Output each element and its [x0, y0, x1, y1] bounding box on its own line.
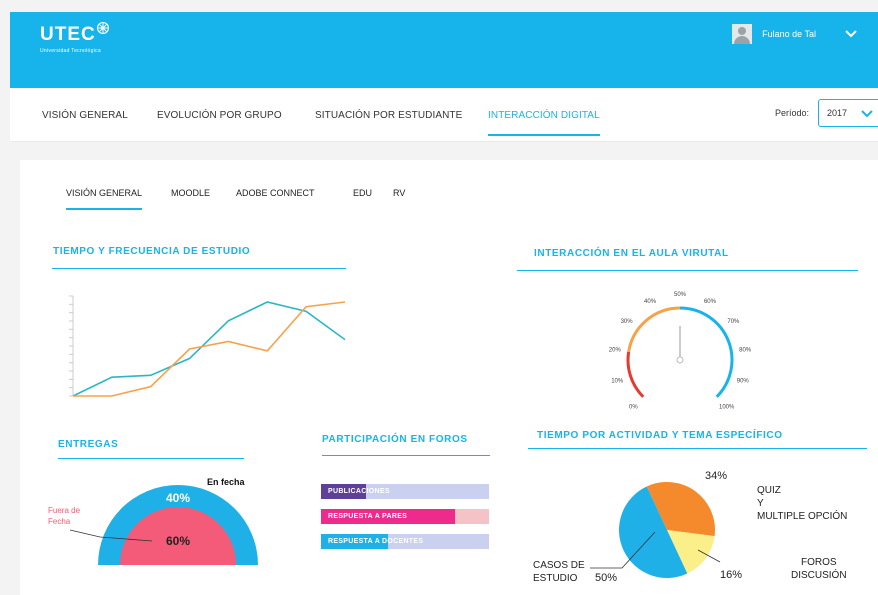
gauge-tick-label: 70%: [727, 319, 740, 325]
gauge-tick-label: 0%: [629, 405, 638, 411]
outer-value: 40%: [166, 491, 190, 505]
user-menu[interactable]: Fulano de Tal: [732, 24, 858, 44]
logo-text: UTEC: [40, 24, 96, 45]
pie-value-quiz: 34%: [705, 470, 728, 482]
bar-publicaciones: PUBLICACIONES: [321, 484, 390, 499]
gauge-tick-label: 20%: [609, 348, 622, 354]
section-title-entregas: ENTREGAS: [58, 439, 119, 450]
line-series-1: [73, 301, 346, 397]
content-panel: VISIÓN GENERAL MOODLE ADOBE CONNECT EDU …: [20, 160, 878, 595]
section-divider: [517, 270, 858, 271]
pie-label-casos: CASOS DE ESTUDIO: [533, 560, 585, 584]
section-divider: [322, 455, 490, 456]
gauge-tick-label: 100%: [719, 405, 735, 411]
avatar: [732, 24, 753, 44]
pie-label-foros: FOROS DISCUSIÓN: [791, 557, 847, 581]
gauge-tick-label: 60%: [704, 299, 717, 305]
gauge-arc-blue: [679, 306, 734, 398]
inner-label: Fecha: [48, 517, 71, 526]
bar-label: RESPUESTA A PARES: [328, 513, 408, 520]
subtab-vision-general[interactable]: VISIÓN GENERAL: [66, 188, 143, 210]
line-chart: [69, 295, 346, 397]
section-divider: [528, 448, 867, 449]
bar-label: PUBLICACIONES: [328, 488, 390, 495]
section-title-tiempo-frecuencia: TIEMPO Y FRECUENCIA DE ESTUDIO: [53, 246, 251, 257]
tab-situacion-por-estudiante[interactable]: SITUACIÓN POR ESTUDIANTE: [315, 110, 462, 121]
section-divider: [58, 458, 244, 459]
section-title-tiempo-actividad: TIEMPO POR ACTIVIDAD Y TEMA ESPECÍFICO: [537, 430, 783, 441]
section-divider: [52, 268, 346, 269]
chevron-down-icon[interactable]: [844, 29, 858, 39]
gauge-tick-label: 90%: [737, 378, 750, 384]
tab-vision-general[interactable]: VISIÓN GENERAL: [42, 110, 128, 121]
entregas-chart: 40% 60% En fecha Fuera de Fecha: [48, 477, 258, 565]
period-label: Período:: [775, 108, 810, 118]
subtab-rv[interactable]: RV: [393, 188, 405, 198]
gauge-arc-red: [626, 351, 645, 398]
user-name: Fulano de Tal: [762, 29, 816, 39]
bar-respuesta-docentes-track: RESPUESTA A DOCENTES: [321, 534, 489, 549]
period-value: 2017: [827, 108, 848, 118]
flower-icon: [96, 21, 110, 35]
section-title-interaccion-aula: INTERACCIÓN EN EL AULA VIRUTAL: [534, 248, 729, 259]
chevron-down-icon: [861, 110, 873, 118]
line-series-0: [72, 301, 346, 397]
subtab-moodle[interactable]: MOODLE: [171, 188, 210, 198]
inner-label: Fuera de: [48, 506, 81, 515]
inner-value: 60%: [166, 534, 190, 548]
gauge-arc-orange: [627, 306, 681, 353]
outer-label: En fecha: [207, 477, 246, 487]
bar-publicaciones-track: PUBLICACIONES: [321, 484, 489, 499]
pie-leader-lines: [590, 531, 721, 569]
gauge-chart: 0% 10% 20% 30% 40% 50% 60% 70% 80% 90% 100%: [609, 292, 752, 411]
subtab-adobe-connect[interactable]: ADOBE CONNECT: [236, 188, 315, 198]
main-nav: VISIÓN GENERAL EVOLUCIÓN POR GRUPO SITUA…: [10, 88, 878, 142]
logo-subtitle: Universidad Tecnológica: [40, 48, 102, 54]
gauge-tick-label: 30%: [621, 319, 634, 325]
period-select[interactable]: 2017: [818, 99, 878, 127]
bar-respuesta-docentes: RESPUESTA A DOCENTES: [321, 534, 423, 549]
gauge-tick-label: 10%: [611, 378, 624, 384]
top-bar: UTEC Universidad Tecnológica Fulano de T…: [10, 12, 878, 88]
gauge-tick-label: 50%: [674, 292, 687, 298]
tab-interaccion-digital[interactable]: INTERACCIÓN DIGITAL: [488, 110, 600, 136]
utec-logo[interactable]: UTEC Universidad Tecnológica: [40, 21, 110, 54]
gauge-pivot: [676, 356, 684, 364]
gauge-tick-label: 40%: [644, 299, 657, 305]
pie-label-quiz: QUIZ Y MULTIPLE OPCIÓN: [757, 485, 848, 522]
subtab-edu[interactable]: EDU: [353, 188, 372, 198]
section-title-participacion-foros: PARTICIPACIÓN EN FOROS: [322, 434, 468, 445]
bar-respuesta-pares: RESPUESTA A PARES: [321, 509, 456, 524]
bar-label: RESPUESTA A DOCENTES: [328, 538, 424, 545]
gauge-tick-label: 80%: [739, 348, 752, 354]
bar-respuesta-pares-track: RESPUESTA A PARES: [321, 509, 489, 524]
tab-evolucion-por-grupo[interactable]: EVOLUCIÓN POR GRUPO: [157, 110, 282, 121]
